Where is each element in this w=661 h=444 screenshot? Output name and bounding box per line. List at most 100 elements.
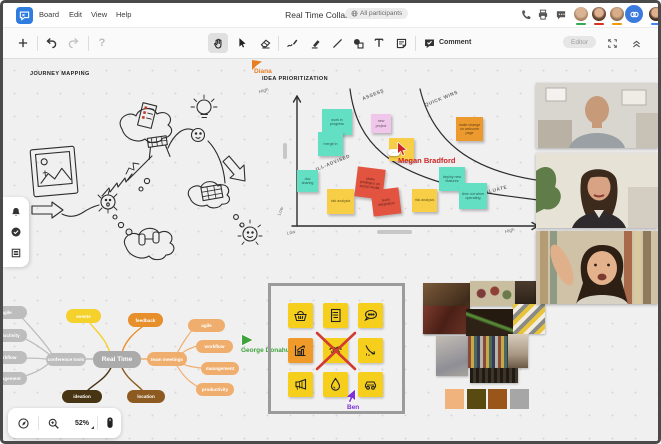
help-button[interactable]: ? <box>92 33 112 53</box>
video-participant-3[interactable] <box>536 231 658 304</box>
icon-cell-chat[interactable] <box>358 303 383 328</box>
growth-chart-icon <box>294 345 306 357</box>
video-feed-placeholder <box>536 153 658 228</box>
highlighter-tool[interactable] <box>305 33 325 53</box>
moodboard-photo[interactable] <box>513 304 545 334</box>
sticky-note[interactable]: risk analysis <box>412 189 437 212</box>
sticky-note-tool[interactable] <box>391 33 411 53</box>
locate-button[interactable] <box>8 417 38 430</box>
sticky-note[interactable]: doc sharing <box>297 170 318 192</box>
pen-tool[interactable] <box>282 33 302 53</box>
video-participant-2[interactable] <box>536 153 658 228</box>
zoom-in-button[interactable] <box>39 417 67 430</box>
cursor-arrow-icon <box>397 142 408 156</box>
moodboard-photo[interactable] <box>470 368 518 383</box>
comment-tool[interactable] <box>419 33 439 53</box>
mindmap-node[interactable]: agile <box>188 319 225 332</box>
sticky-note[interactable]: time out when operating <box>459 183 487 209</box>
mindmap-center-node[interactable]: Real Time <box>93 351 141 368</box>
video-participant-1[interactable] <box>536 83 658 148</box>
palette-swatch[interactable] <box>467 389 486 409</box>
invite-link-button[interactable] <box>625 5 643 23</box>
water-drop-icon <box>330 377 341 391</box>
avatar-participant-1[interactable] <box>573 6 589 25</box>
mindmap-node[interactable]: productivity <box>3 329 27 342</box>
sticky-note[interactable]: team integration <box>370 187 402 217</box>
icon-cell-growth-chart[interactable] <box>288 338 313 363</box>
sticky-note[interactable]: merge in <box>318 132 343 156</box>
moodboard-photo[interactable] <box>508 334 528 368</box>
sticky-note[interactable]: make change on welcome page <box>456 117 483 141</box>
mindmap-node[interactable]: location <box>127 390 165 403</box>
mindmap-node[interactable]: workflow <box>3 351 27 364</box>
select-tool[interactable] <box>232 33 252 53</box>
check-circle-icon[interactable] <box>10 226 22 238</box>
line-tool[interactable] <box>327 33 347 53</box>
shapes-tool[interactable] <box>348 33 368 53</box>
chat-icon[interactable] <box>555 9 567 21</box>
avatar-participant-4[interactable] <box>648 6 658 25</box>
megaphone-icon <box>295 378 307 390</box>
rejected-cross-mark <box>315 331 357 371</box>
printer-icon[interactable] <box>537 9 549 21</box>
icon-cell-checklist[interactable] <box>323 303 348 328</box>
car-icon <box>364 381 377 390</box>
moodboard-photo[interactable] <box>468 336 508 368</box>
collapse-toolbar-button[interactable] <box>626 33 646 53</box>
fullscreen-button[interactable] <box>602 33 622 53</box>
mouse-mode-button[interactable] <box>98 416 121 430</box>
zoom-controls: 52% <box>8 408 121 438</box>
icon-cell-water-drop[interactable] <box>323 372 348 397</box>
moodboard-photo[interactable] <box>423 306 468 334</box>
basket-icon <box>294 311 307 322</box>
icon-cell-megaphone[interactable] <box>288 372 313 397</box>
mouse-icon <box>106 417 113 428</box>
moodboard-photo[interactable] <box>436 336 468 376</box>
role-badge: Editor <box>563 36 596 48</box>
add-button[interactable] <box>13 33 33 53</box>
moodboard-collage[interactable] <box>420 281 552 413</box>
mindmap-node[interactable]: management <box>3 372 27 385</box>
moodboard-photo[interactable] <box>470 281 515 306</box>
journey-mapping-title[interactable]: JOURNEY MAPPING <box>30 71 90 77</box>
icon-cell-declining-chart[interactable] <box>358 338 383 363</box>
undo-button[interactable] <box>41 33 61 53</box>
frame-scroll-handle-vertical[interactable] <box>283 143 287 159</box>
text-tool[interactable] <box>369 33 389 53</box>
notes-list-icon[interactable] <box>10 247 22 259</box>
zoom-level[interactable]: 52% <box>67 420 97 429</box>
sticky-note[interactable]: new project <box>371 114 391 133</box>
all-participants-badge[interactable]: All participants <box>345 8 409 19</box>
mindmap-node[interactable]: events <box>66 309 101 323</box>
icon-cell-car[interactable] <box>358 372 383 397</box>
bell-icon[interactable] <box>10 206 22 218</box>
avatar-participant-3[interactable] <box>609 6 625 25</box>
mindmap-node[interactable]: team meetings <box>147 352 187 366</box>
moodboard-photo[interactable] <box>466 309 513 336</box>
hand-tool[interactable] <box>208 33 228 53</box>
comment-label[interactable]: Comment <box>439 39 471 46</box>
mindmap-node[interactable]: feedback <box>128 313 163 327</box>
mindmap-node[interactable]: management <box>201 362 239 375</box>
palette-swatch[interactable] <box>488 389 507 409</box>
eraser-tool[interactable] <box>255 33 275 53</box>
mindmap-node[interactable]: workflow <box>196 340 233 353</box>
cursor-megan: Megan Bradford <box>396 142 456 165</box>
mindmap-node[interactable]: conference tools <box>46 353 86 366</box>
palette-swatch[interactable] <box>510 389 529 409</box>
palette-swatch[interactable] <box>445 389 464 409</box>
whiteboard-canvas[interactable]: JOURNEY MAPPING IDEA PRIORITIZATION ASSE… <box>3 59 658 441</box>
icon-cell-basket[interactable] <box>288 303 313 328</box>
journey-sketch[interactable] <box>22 86 272 266</box>
toolbar: ? Comment Editor <box>3 28 658 59</box>
mindmap-node[interactable]: agile <box>3 306 27 319</box>
mindmap-node[interactable]: ideation <box>62 390 102 403</box>
idea-prioritization-title[interactable]: IDEA PRIORITIZATION <box>262 76 328 82</box>
sticky-note[interactable]: risk analysis <box>327 189 354 214</box>
phone-icon[interactable] <box>520 9 532 21</box>
redo-button[interactable] <box>63 33 83 53</box>
avatar-participant-2[interactable] <box>591 6 607 25</box>
mindmap-node[interactable]: productivity <box>196 383 234 396</box>
frame-scroll-handle-horizontal[interactable] <box>377 230 412 234</box>
menubar: Board Edit View Help Real Time Collabora… <box>3 3 658 28</box>
